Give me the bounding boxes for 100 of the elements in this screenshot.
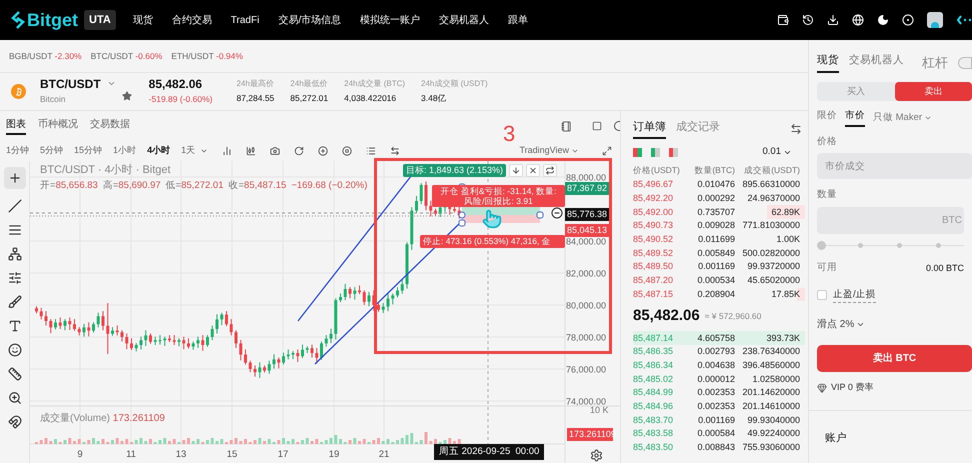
fullscreen-icon[interactable] — [602, 146, 612, 156]
parallel-lines-icon[interactable] — [8, 223, 22, 237]
compare-icon[interactable] — [390, 146, 400, 156]
trade-tab[interactable]: 现货 — [817, 53, 839, 73]
bitcoin-icon — [11, 84, 26, 99]
orderbook-amount: 4.605758 — [696, 334, 735, 343]
tpsl-label[interactable]: 止盈/止损 — [833, 288, 876, 303]
magnet-icon[interactable] — [8, 415, 22, 429]
bar-style-icon[interactable] — [222, 146, 232, 156]
chart-tab[interactable]: 交易数据 — [90, 117, 130, 135]
precision-dropdown[interactable]: 0.01 — [762, 144, 792, 160]
chart-source-dropdown[interactable]: TradingView — [519, 144, 579, 158]
slippage-dropdown[interactable]: 滑点 2% — [817, 316, 866, 332]
moon-icon[interactable] — [877, 14, 889, 26]
tpsl-checkbox[interactable] — [817, 290, 827, 300]
orderbook-price[interactable]: 85,496.67 — [633, 180, 685, 190]
nav-link[interactable]: TradFi — [230, 12, 260, 28]
zoom-in-icon[interactable] — [8, 391, 22, 405]
add-icon[interactable] — [318, 146, 328, 156]
side-button[interactable]: 卖出 — [894, 82, 972, 101]
orderbook-price[interactable]: 85,492.20 — [633, 194, 685, 204]
uta-badge: UTA — [84, 10, 116, 30]
column-header: 成交额(USDT) — [744, 164, 800, 177]
brand-name[interactable]: Bitget — [27, 6, 78, 34]
nav-link[interactable]: 跟单 — [508, 12, 528, 28]
slider-step — [936, 243, 941, 248]
bot-logo-icon[interactable] — [956, 14, 972, 26]
chart-tab[interactable]: 币种概况 — [38, 117, 78, 135]
side-button[interactable]: 买入 — [817, 82, 894, 101]
favorite-ticker[interactable]: BGB/USDT -2.30% — [9, 50, 82, 62]
close-icon[interactable] — [526, 164, 540, 177]
line-icon[interactable] — [8, 199, 22, 213]
stat-label: 24h成交额 (USDT) — [421, 78, 488, 90]
redo-icon[interactable] — [294, 146, 304, 156]
favorite-ticker[interactable]: ETH/USDT -0.94% — [171, 50, 243, 62]
caret-icon[interactable] — [200, 147, 208, 155]
orderbook-amount: 0.004638 — [696, 360, 735, 370]
price-field[interactable]: 市价成交 — [817, 153, 972, 180]
orderbook-total: 1.00K — [776, 235, 800, 244]
order-type-tab[interactable]: 市价 — [845, 109, 865, 127]
ruler-icon[interactable] — [8, 367, 22, 381]
history-icon[interactable] — [802, 14, 814, 26]
slider-thumb[interactable] — [817, 241, 826, 250]
nav-link[interactable]: 合约交易 — [172, 12, 212, 28]
interval-tab[interactable]: 4小时 — [147, 144, 170, 158]
time-axis-label: 9 — [77, 449, 83, 460]
interval-tab[interactable]: 1小时 — [113, 144, 136, 158]
chart-title: BTC/USDT · 4小时 · Bitget — [40, 165, 172, 176]
candlestick-icon[interactable] — [246, 146, 256, 156]
wallet-icon[interactable] — [777, 14, 789, 26]
order-type-tab[interactable]: 限价 — [817, 109, 837, 127]
orderbook-price[interactable]: 85,489.52 — [633, 248, 685, 258]
orderbook-tab[interactable]: 成交记录 — [676, 118, 720, 140]
orderbook-price[interactable]: 85,487.15 — [633, 290, 685, 299]
orderbook-tab[interactable]: 订单簿 — [633, 118, 666, 140]
arrow-down-icon[interactable] — [509, 164, 524, 177]
pair-selector[interactable]: BTC/USDT — [40, 78, 116, 90]
window-icon[interactable] — [592, 121, 602, 131]
interval-tab[interactable]: 1天 — [181, 144, 196, 158]
orderbook-price[interactable]: 85,487.20 — [633, 276, 685, 286]
orderbook-price[interactable]: 85,490.52 — [633, 235, 685, 244]
time-axis-label: 19 — [328, 449, 340, 460]
interval-tab[interactable]: 5分钟 — [40, 144, 64, 158]
sell-button[interactable]: 卖出 BTC — [817, 344, 972, 372]
orderbook-price[interactable]: 85,492.00 — [633, 208, 685, 217]
nav-link[interactable]: 现货 — [132, 12, 153, 28]
brush-icon[interactable] — [8, 295, 22, 309]
repeat-icon[interactable] — [543, 164, 558, 177]
orderbook-price[interactable]: 85,490.73 — [633, 221, 685, 230]
vip-fee-link[interactable]: VIP 0 费率 — [831, 380, 874, 394]
maker-dropdown[interactable]: 只做 Maker — [873, 110, 932, 126]
globe-icon[interactable] — [852, 14, 864, 26]
notes-icon[interactable] — [561, 120, 572, 132]
text-icon[interactable] — [8, 319, 22, 333]
ohlc-value: 开=85,656.83 — [40, 181, 98, 190]
nav-link[interactable]: 交易机器人 — [439, 12, 490, 28]
nav-link[interactable]: 模拟统一账户 — [360, 12, 420, 28]
camera-icon[interactable] — [270, 146, 280, 156]
levels-icon[interactable] — [8, 271, 22, 285]
depth-asks-icon[interactable] — [669, 148, 678, 156]
smile-icon[interactable] — [8, 343, 22, 357]
nav-link[interactable]: 交易/市场信息 — [278, 12, 342, 28]
interval-tab[interactable]: 15分钟 — [74, 144, 102, 158]
list-icon[interactable] — [366, 146, 376, 156]
favorite-star-icon[interactable] — [122, 90, 132, 100]
crosshair-icon[interactable] — [4, 167, 26, 189]
depth-both-icon[interactable] — [633, 148, 642, 156]
chart-tab[interactable]: 图表 — [6, 117, 26, 135]
hand-cursor-icon — [482, 209, 502, 229]
leverage-toggle[interactable] — [958, 57, 972, 69]
orderbook-price[interactable]: 85,489.50 — [633, 262, 685, 272]
avatar-icon[interactable] — [927, 12, 943, 28]
favorite-ticker[interactable]: BTC/USDT -0.60% — [90, 50, 162, 62]
remove-icon[interactable] — [551, 207, 563, 219]
trade-tab[interactable]: 交易机器人 — [849, 53, 904, 73]
amount-slider[interactable] — [817, 240, 964, 252]
download-icon[interactable] — [827, 14, 839, 26]
interval-tab[interactable]: 1分钟 — [6, 144, 30, 158]
swap-icon[interactable] — [790, 123, 802, 135]
record-icon[interactable] — [342, 146, 352, 156]
